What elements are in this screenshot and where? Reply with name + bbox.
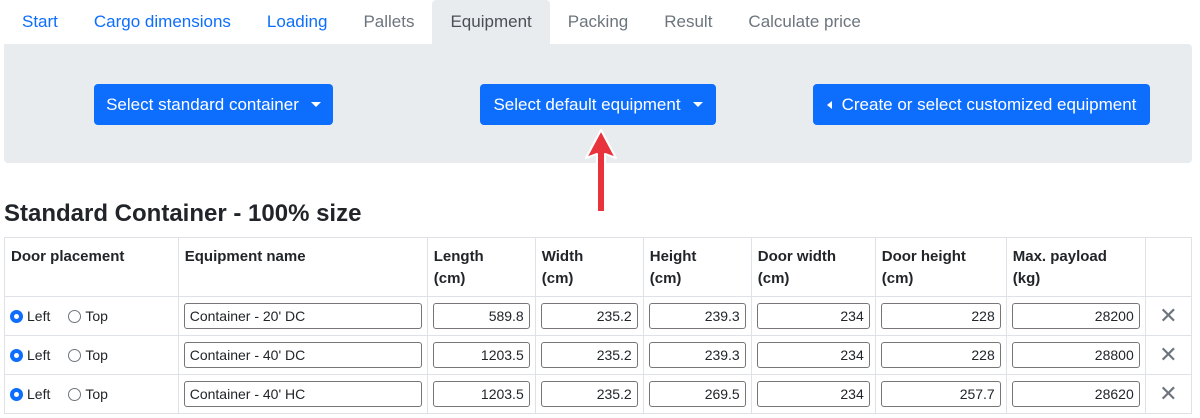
equipment-name-cell xyxy=(177,374,428,414)
tab-packing[interactable]: Packing xyxy=(550,0,646,44)
door-top-radio[interactable] xyxy=(68,309,82,323)
select-standard-container-label: Select standard container xyxy=(106,94,299,114)
width-input[interactable] xyxy=(540,381,638,407)
height-cell xyxy=(642,374,752,414)
door-left-radio[interactable] xyxy=(10,387,23,401)
height-cell xyxy=(642,335,752,375)
length-input[interactable] xyxy=(432,381,530,407)
tab-pallets[interactable]: Pallets xyxy=(345,0,432,44)
header-door-placement: Door placement xyxy=(4,237,179,297)
header-height: Height (cm) xyxy=(642,237,752,297)
door-placement-cell: Left Top xyxy=(4,374,179,414)
door-placement-radio-group: Left Top xyxy=(10,308,173,324)
door-width-cell xyxy=(750,335,876,375)
door-top-radio[interactable] xyxy=(68,348,82,362)
tab-equipment[interactable]: Equipment xyxy=(432,0,550,44)
length-input[interactable] xyxy=(432,303,530,329)
table-row: Left Top ✕ xyxy=(4,335,1193,375)
length-input[interactable] xyxy=(432,342,530,368)
length-cell xyxy=(426,335,536,375)
close-icon[interactable]: ✕ xyxy=(1144,335,1193,375)
section-heading: Standard Container - 100% size xyxy=(4,200,362,227)
max-payload-input[interactable] xyxy=(1011,342,1140,368)
create-customized-equipment-button[interactable]: Create or select customized equipment xyxy=(813,84,1150,125)
caret-down-icon xyxy=(692,102,703,107)
door-placement-cell: Left Top xyxy=(4,296,179,336)
width-cell xyxy=(534,296,644,336)
header-width: Width (cm) xyxy=(534,237,644,297)
caret-left-icon xyxy=(826,100,832,109)
door-width-input[interactable] xyxy=(756,303,870,329)
payload-cell xyxy=(1005,335,1146,375)
width-cell xyxy=(534,335,644,375)
header-door-width: Door width (cm) xyxy=(750,237,876,297)
door-left-radio[interactable] xyxy=(10,348,23,362)
max-payload-input[interactable] xyxy=(1011,381,1140,407)
select-default-equipment-button[interactable]: Select default equipment xyxy=(480,84,716,125)
tab-result[interactable]: Result xyxy=(646,0,730,44)
length-cell xyxy=(426,296,536,336)
header-actions xyxy=(1144,237,1193,297)
width-input[interactable] xyxy=(540,303,638,329)
length-cell xyxy=(426,374,536,414)
door-height-input[interactable] xyxy=(880,381,1001,407)
header-equipment-name: Equipment name xyxy=(177,237,428,297)
equipment-name-cell xyxy=(177,296,428,336)
door-top-label: Top xyxy=(85,308,108,324)
header-door-height: Door height (cm) xyxy=(874,237,1007,297)
width-cell xyxy=(534,374,644,414)
door-left-label: Left xyxy=(27,386,51,402)
equipment-table: Door placement Equipment name Length (cm)… xyxy=(4,237,1193,414)
caret-down-icon xyxy=(310,102,321,107)
close-icon[interactable]: ✕ xyxy=(1144,296,1193,336)
close-icon[interactable]: ✕ xyxy=(1144,374,1193,414)
door-height-cell xyxy=(874,335,1007,375)
door-top-label: Top xyxy=(85,386,108,402)
create-customized-equipment-label: Create or select customized equipment xyxy=(841,94,1137,114)
select-default-equipment-label: Select default equipment xyxy=(493,94,681,114)
door-left-radio[interactable] xyxy=(10,309,23,323)
equipment-name-input[interactable] xyxy=(183,303,422,329)
door-height-input[interactable] xyxy=(880,303,1001,329)
payload-cell xyxy=(1005,296,1146,336)
width-input[interactable] xyxy=(540,342,638,368)
door-width-cell xyxy=(750,296,876,336)
door-height-cell xyxy=(874,296,1007,336)
equipment-name-input[interactable] xyxy=(183,381,422,407)
height-input[interactable] xyxy=(648,303,746,329)
door-placement-radio-group: Left Top xyxy=(10,386,173,402)
table-header-row: Door placement Equipment name Length (cm)… xyxy=(4,237,1193,297)
door-placement-cell: Left Top xyxy=(4,335,179,375)
door-top-radio[interactable] xyxy=(68,387,82,401)
height-input[interactable] xyxy=(648,381,746,407)
door-width-cell xyxy=(750,374,876,414)
table-row: Left Top ✕ xyxy=(4,374,1193,414)
tab-cargo-dimensions[interactable]: Cargo dimensions xyxy=(76,0,249,44)
payload-cell xyxy=(1005,374,1146,414)
door-placement-radio-group: Left Top xyxy=(10,347,173,363)
door-width-input[interactable] xyxy=(756,342,870,368)
annotation-arrow-icon xyxy=(585,129,617,213)
nav-tabs: Start Cargo dimensions Loading Pallets E… xyxy=(4,0,1194,44)
table-row: Left Top ✕ xyxy=(4,296,1193,336)
height-input[interactable] xyxy=(648,342,746,368)
header-max-payload: Max. payload (kg) xyxy=(1005,237,1146,297)
max-payload-input[interactable] xyxy=(1011,303,1140,329)
header-length: Length (cm) xyxy=(426,237,536,297)
door-left-label: Left xyxy=(27,347,51,363)
height-cell xyxy=(642,296,752,336)
door-left-label: Left xyxy=(27,308,51,324)
select-standard-container-button[interactable]: Select standard container xyxy=(94,84,333,125)
tab-calculate-price[interactable]: Calculate price xyxy=(730,0,878,44)
equipment-name-input[interactable] xyxy=(183,342,422,368)
door-top-label: Top xyxy=(85,347,108,363)
door-height-input[interactable] xyxy=(880,342,1001,368)
tab-loading[interactable]: Loading xyxy=(249,0,346,44)
door-width-input[interactable] xyxy=(756,381,870,407)
tab-start[interactable]: Start xyxy=(4,0,76,44)
door-height-cell xyxy=(874,374,1007,414)
equipment-name-cell xyxy=(177,335,428,375)
